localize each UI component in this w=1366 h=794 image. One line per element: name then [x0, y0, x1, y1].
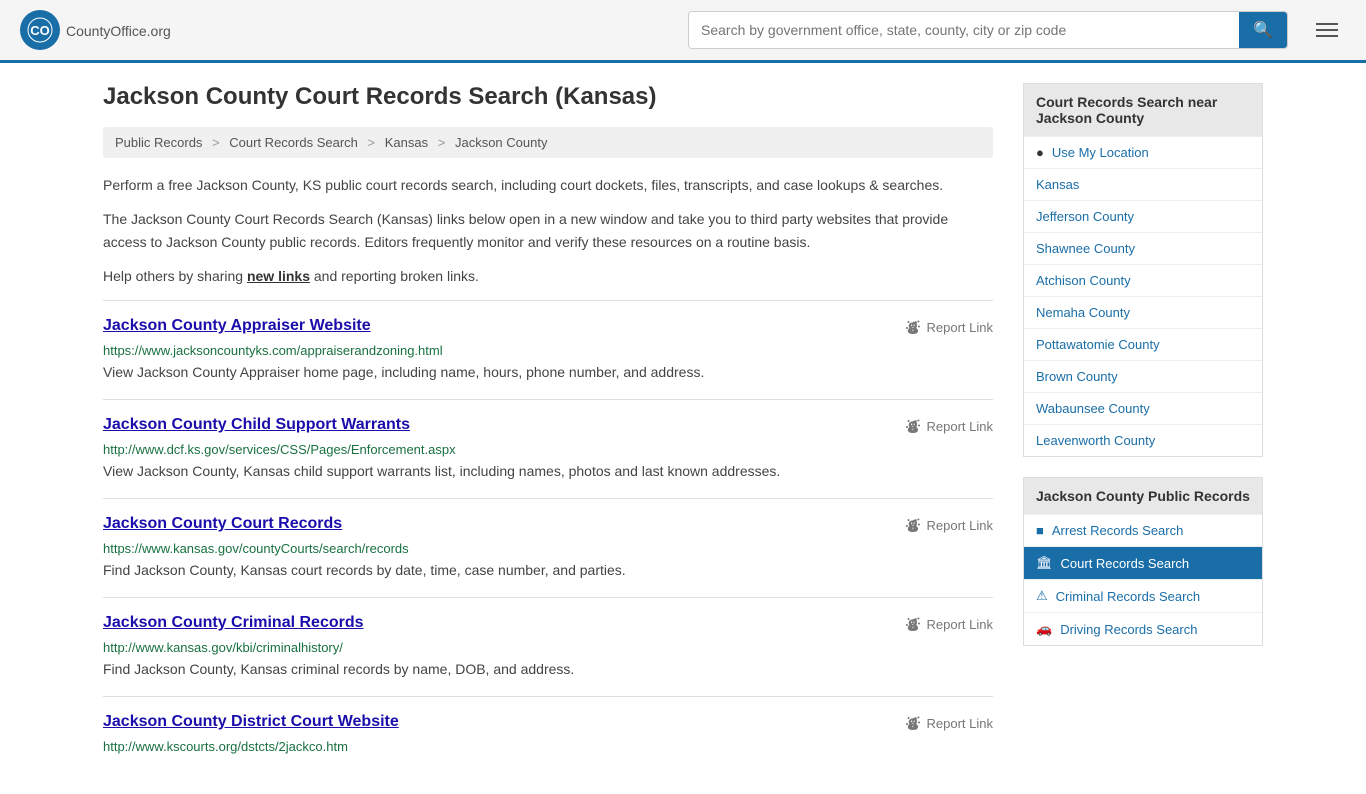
result-title-2[interactable]: Jackson County Child Support Warrants	[103, 416, 410, 434]
court-records-icon: 🏛	[1036, 555, 1053, 571]
content-area: Jackson County Court Records Search (Kan…	[103, 83, 993, 774]
sidebar-item-pottawatomie-county[interactable]: Pottawatomie County	[1024, 328, 1262, 360]
report-link-1[interactable]: ⛇ Report Link	[906, 317, 994, 339]
result-desc-4: Find Jackson County, Kansas criminal rec…	[103, 659, 993, 680]
sidebar-item-use-my-location[interactable]: ● Use My Location	[1024, 136, 1262, 168]
report-link-4[interactable]: ⛇ Report Link	[906, 614, 994, 636]
logo-icon: CO	[20, 10, 60, 50]
result-desc-2: View Jackson County, Kansas child suppor…	[103, 461, 993, 482]
report-link-2[interactable]: ⛇ Report Link	[906, 416, 994, 438]
result-url-4[interactable]: http://www.kansas.gov/kbi/criminalhistor…	[103, 640, 993, 655]
sidebar-item-kansas[interactable]: Kansas	[1024, 168, 1262, 200]
report-link-5[interactable]: ⛇ Report Link	[906, 713, 994, 735]
result-url-1[interactable]: https://www.jacksoncountyks.com/appraise…	[103, 343, 993, 358]
location-pin-icon: ●	[1036, 145, 1044, 160]
site-header: CO CountyOffice.org 🔍	[0, 0, 1366, 63]
description-1: Perform a free Jackson County, KS public…	[103, 174, 993, 196]
criminal-records-icon: ⚠	[1036, 588, 1048, 604]
search-icon: 🔍	[1253, 22, 1273, 39]
arrest-records-icon: ■	[1036, 523, 1044, 538]
result-url-5[interactable]: http://www.kscourts.org/dstcts/2jackco.h…	[103, 739, 993, 754]
menu-icon-line3	[1316, 35, 1338, 37]
driving-records-icon: 🚗	[1036, 621, 1052, 637]
logo[interactable]: CO CountyOffice.org	[20, 10, 171, 50]
result-title-3[interactable]: Jackson County Court Records	[103, 515, 342, 533]
sidebar-item-nemaha-county[interactable]: Nemaha County	[1024, 296, 1262, 328]
result-desc-1: View Jackson County Appraiser home page,…	[103, 362, 993, 383]
result-title-4[interactable]: Jackson County Criminal Records	[103, 614, 364, 632]
logo-text: CountyOffice.org	[66, 19, 171, 42]
svg-text:CO: CO	[30, 23, 50, 38]
report-icon-4: ⛇	[906, 614, 921, 636]
sidebar-section2-title: Jackson County Public Records	[1024, 478, 1262, 514]
breadcrumb-kansas[interactable]: Kansas	[385, 135, 428, 150]
sidebar-item-shawnee-county[interactable]: Shawnee County	[1024, 232, 1262, 264]
sidebar-section1-title: Court Records Search near Jackson County	[1024, 84, 1262, 136]
sidebar-item-driving-records[interactable]: 🚗 Driving Records Search	[1024, 612, 1262, 645]
nearby-list: ● Use My Location Kansas Jefferson Count…	[1024, 136, 1262, 456]
public-records-list: ■ Arrest Records Search 🏛 Court Records …	[1024, 514, 1262, 645]
menu-icon-line2	[1316, 29, 1338, 31]
result-item: Jackson County Court Records ⛇ Report Li…	[103, 498, 993, 597]
report-icon-5: ⛇	[906, 713, 921, 735]
sidebar-item-arrest-records[interactable]: ■ Arrest Records Search	[1024, 514, 1262, 546]
report-link-3[interactable]: ⛇ Report Link	[906, 515, 994, 537]
sidebar-section-nearby: Court Records Search near Jackson County…	[1023, 83, 1263, 457]
sidebar-item-leavenworth-county[interactable]: Leavenworth County	[1024, 424, 1262, 456]
sidebar-item-wabaunsee-county[interactable]: Wabaunsee County	[1024, 392, 1262, 424]
sidebar-item-brown-county[interactable]: Brown County	[1024, 360, 1262, 392]
search-button[interactable]: 🔍	[1239, 12, 1287, 48]
result-title-5[interactable]: Jackson County District Court Website	[103, 713, 399, 731]
sidebar-section-public-records: Jackson County Public Records ■ Arrest R…	[1023, 477, 1263, 646]
result-desc-3: Find Jackson County, Kansas court record…	[103, 560, 993, 581]
menu-icon-line1	[1316, 23, 1338, 25]
results-list: Jackson County Appraiser Website ⛇ Repor…	[103, 300, 993, 774]
description-3: Help others by sharing new links and rep…	[103, 265, 993, 287]
sidebar-item-atchison-county[interactable]: Atchison County	[1024, 264, 1262, 296]
main-container: Jackson County Court Records Search (Kan…	[83, 63, 1283, 794]
result-item: Jackson County Criminal Records ⛇ Report…	[103, 597, 993, 696]
page-title: Jackson County Court Records Search (Kan…	[103, 83, 993, 111]
result-item: Jackson County District Court Website ⛇ …	[103, 696, 993, 774]
sidebar: Court Records Search near Jackson County…	[1023, 83, 1263, 774]
result-url-3[interactable]: https://www.kansas.gov/countyCourts/sear…	[103, 541, 993, 556]
new-links-link[interactable]: new links	[247, 268, 310, 284]
result-item: Jackson County Appraiser Website ⛇ Repor…	[103, 300, 993, 399]
report-icon-1: ⛇	[906, 317, 921, 339]
result-title-1[interactable]: Jackson County Appraiser Website	[103, 317, 371, 335]
breadcrumb-court-records-search[interactable]: Court Records Search	[229, 135, 358, 150]
description-2: The Jackson County Court Records Search …	[103, 208, 993, 253]
menu-button[interactable]	[1308, 19, 1346, 41]
search-bar: 🔍	[688, 11, 1288, 49]
sidebar-item-court-records[interactable]: 🏛 Court Records Search	[1024, 546, 1262, 579]
sidebar-item-jefferson-county[interactable]: Jefferson County	[1024, 200, 1262, 232]
result-url-2[interactable]: http://www.dcf.ks.gov/services/CSS/Pages…	[103, 442, 993, 457]
breadcrumb: Public Records > Court Records Search > …	[103, 127, 993, 158]
result-item: Jackson County Child Support Warrants ⛇ …	[103, 399, 993, 498]
report-icon-2: ⛇	[906, 416, 921, 438]
breadcrumb-public-records[interactable]: Public Records	[115, 135, 202, 150]
report-icon-3: ⛇	[906, 515, 921, 537]
sidebar-item-criminal-records[interactable]: ⚠ Criminal Records Search	[1024, 579, 1262, 612]
search-input[interactable]	[689, 12, 1239, 48]
breadcrumb-jackson-county[interactable]: Jackson County	[455, 135, 548, 150]
